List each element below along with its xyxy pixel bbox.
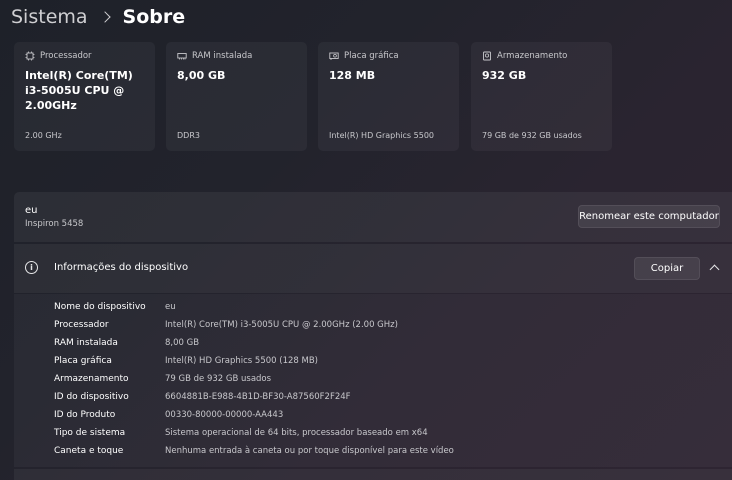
card-value: 128 MB (329, 69, 376, 82)
spec-label: Processador (54, 320, 109, 330)
info-icon: i (25, 261, 38, 274)
spec-row: Tipo de sistema Sistema operacional de 6… (54, 424, 428, 442)
ram-icon (177, 51, 187, 61)
card-processor: Processador Intel(R) Core(TM) i3-5005U C… (14, 42, 155, 151)
card-value: 932 GB (482, 69, 527, 82)
spec-label: Nome do dispositivo (54, 302, 146, 312)
chevron-up-icon[interactable] (709, 264, 720, 275)
card-sub: 79 GB de 932 GB usados (482, 131, 582, 140)
storage-icon (482, 51, 492, 61)
spec-label: Caneta e toque (54, 446, 124, 456)
spec-value: Intel(R) Core(TM) i3-5005U CPU @ 2.00GHz… (165, 320, 398, 330)
spec-row: ID do dispositivo 6604881B-E988-4B1D-BF3… (54, 388, 351, 406)
card-label: Processador (40, 51, 92, 61)
spec-value: 79 GB de 932 GB usados (165, 374, 272, 384)
spec-row: Processador Intel(R) Core(TM) i3-5005U C… (54, 316, 398, 334)
spec-row: Nome do dispositivo eu (54, 298, 176, 316)
device-info-body: Nome do dispositivo eu Processador Intel… (14, 294, 732, 467)
spec-label: Armazenamento (54, 374, 129, 384)
page-title: Sobre (122, 6, 186, 28)
chevron-right-icon (98, 11, 111, 23)
spec-value: 6604881B-E988-4B1D-BF30-A87560F2F24F (165, 392, 351, 402)
card-value: 8,00 GB (177, 69, 226, 82)
spec-value: Nenhuma entrada à caneta ou por toque di… (165, 446, 454, 456)
spec-value: 8,00 GB (165, 338, 200, 348)
card-value: Intel(R) Core(TM) i3-5005U CPU @ 2.00GHz (25, 69, 133, 112)
spec-row: Armazenamento 79 GB de 932 GB usados (54, 370, 271, 388)
spec-value: eu (165, 302, 176, 312)
spec-label: Tipo de sistema (54, 428, 126, 438)
rename-computer-button[interactable]: Renomear este computador (578, 205, 720, 228)
device-model: Inspiron 5458 (25, 219, 84, 229)
spec-row: Placa gráfica Intel(R) HD Graphics 5500 … (54, 352, 318, 370)
spec-label: Placa gráfica (54, 356, 112, 366)
device-name-panel: eu Inspiron 5458 Renomear este computado… (14, 192, 732, 242)
processor-icon (25, 51, 35, 61)
copy-button[interactable]: Copiar (634, 257, 700, 280)
device-info-header[interactable]: i Informações do dispositivo Copiar (14, 244, 732, 293)
spec-value: Intel(R) HD Graphics 5500 (128 MB) (165, 356, 318, 366)
card-storage: Armazenamento 932 GB 79 GB de 932 GB usa… (471, 42, 612, 151)
device-info-title: Informações do dispositivo (54, 262, 189, 273)
spec-label: ID do Produto (54, 410, 116, 420)
spec-row: ID do Produto 00330-80000-00000-AA443 (54, 406, 283, 424)
device-name: eu (25, 205, 38, 216)
graphics-card-icon (329, 51, 339, 61)
next-section-panel (14, 469, 732, 480)
card-label: Placa gráfica (344, 51, 399, 61)
spec-value: 00330-80000-00000-AA443 (165, 410, 284, 420)
spec-row: RAM instalada 8,00 GB (54, 334, 199, 352)
breadcrumb-parent-link[interactable]: Sistema (11, 6, 88, 28)
card-ram: RAM instalada 8,00 GB DDR3 (166, 42, 307, 151)
card-label: RAM instalada (192, 51, 253, 61)
card-graphics: Placa gráfica 128 MB Intel(R) HD Graphic… (318, 42, 459, 151)
card-sub: DDR3 (177, 131, 200, 140)
spec-row: Caneta e toque Nenhuma entrada à caneta … (54, 442, 454, 460)
card-label: Armazenamento (497, 51, 568, 61)
card-sub: Intel(R) HD Graphics 5500 (329, 131, 435, 140)
spec-value: Sistema operacional de 64 bits, processa… (165, 428, 428, 438)
card-sub: 2.00 GHz (25, 131, 62, 140)
spec-label: ID do dispositivo (54, 392, 129, 402)
spec-label: RAM instalada (54, 338, 118, 348)
breadcrumb: Sistema Sobre (11, 4, 185, 30)
